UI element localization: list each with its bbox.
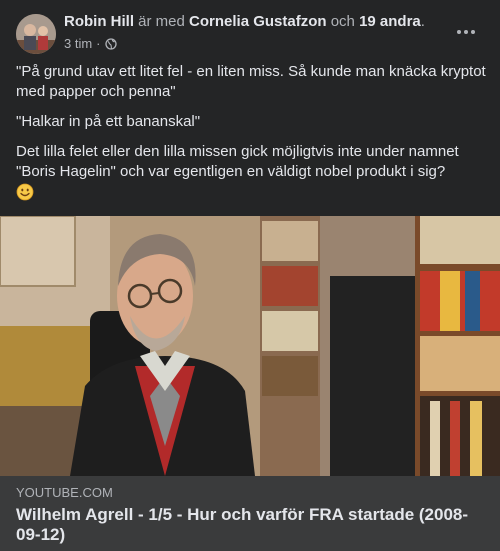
post-paragraph: Det lilla felet eller den lilla missen g…: [16, 143, 459, 180]
globe-icon[interactable]: [104, 38, 117, 50]
link-title[interactable]: Wilhelm Agrell - 1/5 - Hur och varför FR…: [16, 505, 476, 545]
meta-separator: ·: [96, 36, 101, 51]
post-time[interactable]: 3 tim: [64, 36, 92, 52]
post-meta: 3 tim ·: [64, 36, 117, 52]
smiley-emoji-icon: [16, 183, 34, 201]
author-avatar[interactable]: [16, 14, 56, 54]
link-preview[interactable]: YOUTUBE.COM Wilhelm Agrell - 1/5 - Hur o…: [0, 476, 500, 551]
period: .: [420, 13, 425, 30]
tagged-person[interactable]: Cornelia Gustafzon: [189, 13, 327, 30]
post-header: Robin Hill är med Cornelia Gustafzon och…: [16, 12, 484, 56]
with-text: är med: [138, 13, 185, 30]
post-paragraph: "På grund utav ett litet fel - en liten …: [16, 63, 486, 100]
feed-post: Robin Hill är med Cornelia Gustafzon och…: [0, 0, 500, 551]
post-text: "På grund utav ett litet fel - en liten …: [16, 62, 486, 192]
more-options-icon[interactable]: [448, 20, 484, 44]
and-text: och: [330, 13, 355, 30]
post-paragraph: "Halkar in på ett bananskal": [16, 113, 201, 130]
post-author-line: Robin Hill är med Cornelia Gustafzon och…: [64, 12, 425, 32]
link-domain: YOUTUBE.COM: [16, 485, 113, 500]
video-thumbnail[interactable]: [0, 216, 500, 476]
author-name[interactable]: Robin Hill: [64, 13, 134, 30]
tagged-others[interactable]: 19 andra: [359, 13, 421, 30]
